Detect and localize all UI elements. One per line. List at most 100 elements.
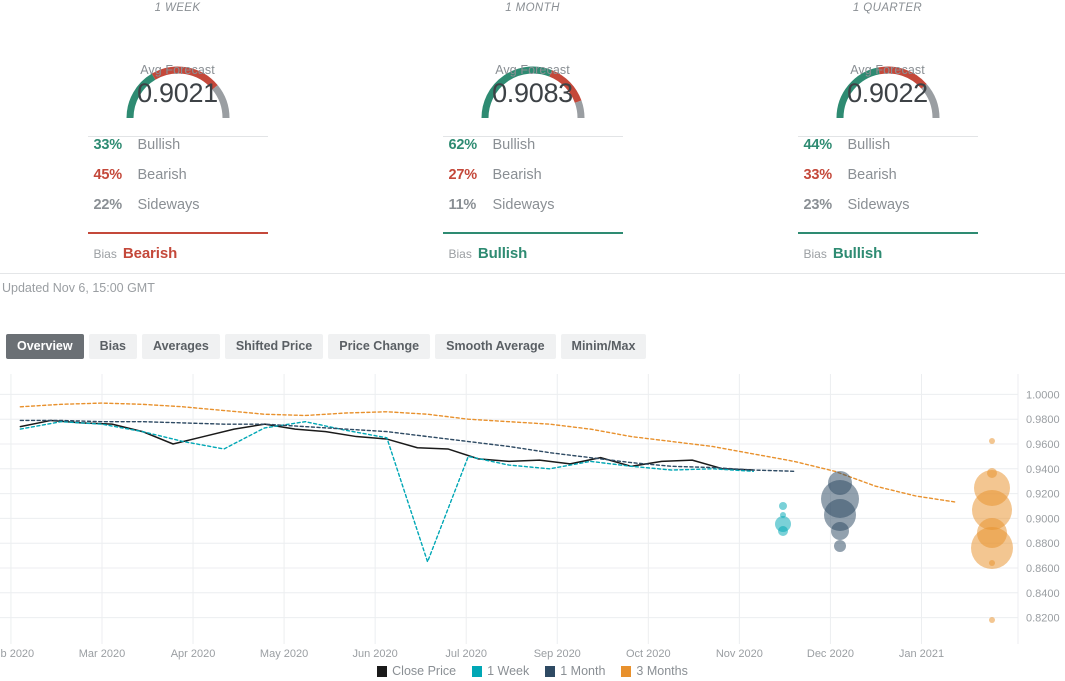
bias-row: Bias Bullish bbox=[443, 245, 623, 262]
x-axis-tick-label: Jun 2020 bbox=[353, 648, 398, 660]
x-axis-tick-label: Jul 2020 bbox=[445, 648, 487, 660]
tab-shifted-price[interactable]: Shifted Price bbox=[224, 334, 324, 359]
bias-value: Bearish bbox=[122, 245, 178, 262]
x-axis-tick-label: Sep 2020 bbox=[534, 648, 581, 660]
chart-series-1-month bbox=[19, 419, 795, 472]
legend-item-3-months[interactable]: 3 Months bbox=[621, 664, 688, 678]
updated-timestamp: Updated Nov 6, 15:00 GMT bbox=[2, 281, 155, 295]
gauge-value: 0.9083 bbox=[492, 78, 573, 108]
bias-row: Bias Bullish bbox=[798, 245, 978, 262]
panel-body: 1 WEEK Avg Forecast 0.9021 33% Bullish 45% Bea… bbox=[87, 2, 268, 262]
legend-label: 1 Month bbox=[560, 664, 606, 678]
stat-row-sideways: 22% Sideways bbox=[88, 197, 268, 227]
panel-body: 1 MONTH Avg Forecast 0.9083 62% Bullish 27% Be… bbox=[442, 2, 623, 262]
bias-key: Bias bbox=[448, 247, 472, 261]
x-axis-tick-label: Feb 2020 bbox=[0, 648, 34, 660]
tab-minim-max[interactable]: Minim/Max bbox=[560, 334, 647, 359]
chart-tab-bar: Overview Bias Averages Shifted Price Price C… bbox=[6, 334, 647, 359]
legend-item-1-week[interactable]: 1 Week bbox=[472, 664, 529, 678]
y-axis-tick-label: 0.9400 bbox=[1026, 464, 1060, 476]
stat-label: Sideways bbox=[492, 197, 555, 213]
gauge-label: Avg Forecast bbox=[140, 63, 215, 77]
y-axis-tick-label: 0.8400 bbox=[1026, 588, 1060, 600]
stat-row-bullish: 44% Bullish bbox=[798, 137, 978, 167]
x-axis-tick-label: May 2020 bbox=[260, 648, 308, 660]
stat-label: Bullish bbox=[492, 137, 536, 153]
x-axis-tick-label: Apr 2020 bbox=[171, 648, 216, 660]
forecast-chart[interactable]: 1.0000 0.9800 0.9600 0.9400 0.9200 0.9000 0.88… bbox=[0, 372, 1065, 681]
stat-percent: 23% bbox=[803, 197, 833, 213]
y-axis-tick-label: 0.8800 bbox=[1026, 538, 1060, 550]
gauge-label: Avg Forecast bbox=[495, 63, 570, 77]
y-axis-tick-label: 0.9200 bbox=[1026, 489, 1060, 501]
tab-smooth-average[interactable]: Smooth Average bbox=[435, 334, 556, 359]
legend-item-1-month[interactable]: 1 Month bbox=[545, 664, 605, 678]
chart-bubble-3-months bbox=[989, 560, 995, 566]
forecast-gauge: Avg Forecast 0.9022 bbox=[798, 21, 978, 123]
legend-swatch-icon bbox=[545, 665, 556, 677]
legend-label: 3 Months bbox=[636, 664, 688, 678]
gauge-value: 0.9022 bbox=[847, 78, 928, 108]
stat-label: Sideways bbox=[137, 197, 200, 213]
chart-series-1-week bbox=[19, 420, 755, 563]
stat-row-sideways: 11% Sideways bbox=[443, 197, 623, 227]
stat-label: Bearish bbox=[847, 167, 897, 183]
section-divider bbox=[0, 273, 1065, 274]
chart-bubble-1-month bbox=[831, 522, 849, 540]
chart-bubble-1-month bbox=[834, 540, 846, 552]
x-axis-tick-label: Jan 2021 bbox=[899, 648, 944, 660]
legend-swatch-icon bbox=[621, 665, 632, 677]
forecast-panel-1-month: 1 MONTH Avg Forecast 0.9083 62% Bullish 27% Be… bbox=[355, 2, 710, 266]
tab-averages[interactable]: Averages bbox=[142, 334, 220, 359]
chart-legend: Close Price 1 Week 1 Month 3 Months bbox=[0, 664, 1065, 678]
bias-value: Bullish bbox=[477, 245, 528, 262]
forecast-gauge: Avg Forecast 0.9083 bbox=[443, 21, 623, 123]
panel-title: 1 QUARTER bbox=[852, 2, 923, 14]
tab-overview[interactable]: Overview bbox=[6, 334, 84, 359]
stat-label: Sideways bbox=[847, 197, 910, 213]
legend-item-close-price[interactable]: Close Price bbox=[377, 664, 456, 678]
chart-bubble-1-week bbox=[778, 526, 788, 536]
forecast-dashboard: 1 WEEK Avg Forecast 0.9021 33% Bullish 45% Bea… bbox=[0, 0, 1065, 681]
stat-row-bullish: 62% Bullish bbox=[443, 137, 623, 167]
bias-key: Bias bbox=[803, 247, 827, 261]
stat-label: Bullish bbox=[847, 137, 891, 153]
stat-percent: 27% bbox=[448, 167, 478, 183]
chart-bubble-3-months bbox=[989, 617, 995, 623]
panel-body: 1 QUARTER Avg Forecast 0.9022 44% Bullish 33%… bbox=[797, 2, 978, 262]
chart-bubble-1-week bbox=[779, 502, 787, 510]
gauge-value: 0.9021 bbox=[137, 78, 218, 108]
forecast-panels: 1 WEEK Avg Forecast 0.9021 33% Bullish 45% Bea… bbox=[0, 0, 1065, 266]
bias-row: Bias Bearish bbox=[88, 245, 268, 262]
x-axis-tick-label: Mar 2020 bbox=[79, 648, 125, 660]
y-axis-tick-label: 0.8200 bbox=[1026, 613, 1060, 625]
stat-percent: 22% bbox=[93, 197, 123, 213]
stat-label: Bearish bbox=[492, 167, 542, 183]
gauge-label: Avg Forecast bbox=[850, 63, 925, 77]
stat-row-bullish: 33% Bullish bbox=[88, 137, 268, 167]
stat-percent: 11% bbox=[448, 197, 477, 213]
stat-label: Bearish bbox=[137, 167, 187, 183]
bias-underline bbox=[87, 232, 268, 234]
tab-price-change[interactable]: Price Change bbox=[328, 334, 431, 359]
stat-percent: 33% bbox=[93, 137, 123, 153]
forecast-panel-1-quarter: 1 QUARTER Avg Forecast 0.9022 44% Bullish 33%… bbox=[710, 2, 1065, 266]
stat-percent: 62% bbox=[448, 137, 478, 153]
y-axis-tick-label: 0.9800 bbox=[1026, 414, 1060, 426]
stat-percent: 33% bbox=[803, 167, 833, 183]
chart-series-3-months bbox=[19, 402, 958, 503]
stat-row-bearish: 27% Bearish bbox=[443, 167, 623, 197]
tab-bias[interactable]: Bias bbox=[88, 334, 137, 359]
forecast-gauge: Avg Forecast 0.9021 bbox=[88, 21, 268, 123]
bias-underline bbox=[442, 232, 623, 234]
y-axis-tick-label: 0.8600 bbox=[1026, 563, 1060, 575]
bias-key: Bias bbox=[93, 247, 117, 261]
chart-series-close-price bbox=[19, 419, 755, 471]
bias-underline bbox=[797, 232, 978, 234]
panel-title: 1 MONTH bbox=[505, 2, 560, 14]
forecast-panel-1-week: 1 WEEK Avg Forecast 0.9021 33% Bullish 45% Bea… bbox=[0, 2, 355, 266]
bias-value: Bullish bbox=[832, 245, 883, 262]
x-axis-tick-label: Dec 2020 bbox=[807, 648, 854, 660]
legend-swatch-icon bbox=[472, 665, 483, 677]
legend-label: Close Price bbox=[392, 664, 457, 678]
